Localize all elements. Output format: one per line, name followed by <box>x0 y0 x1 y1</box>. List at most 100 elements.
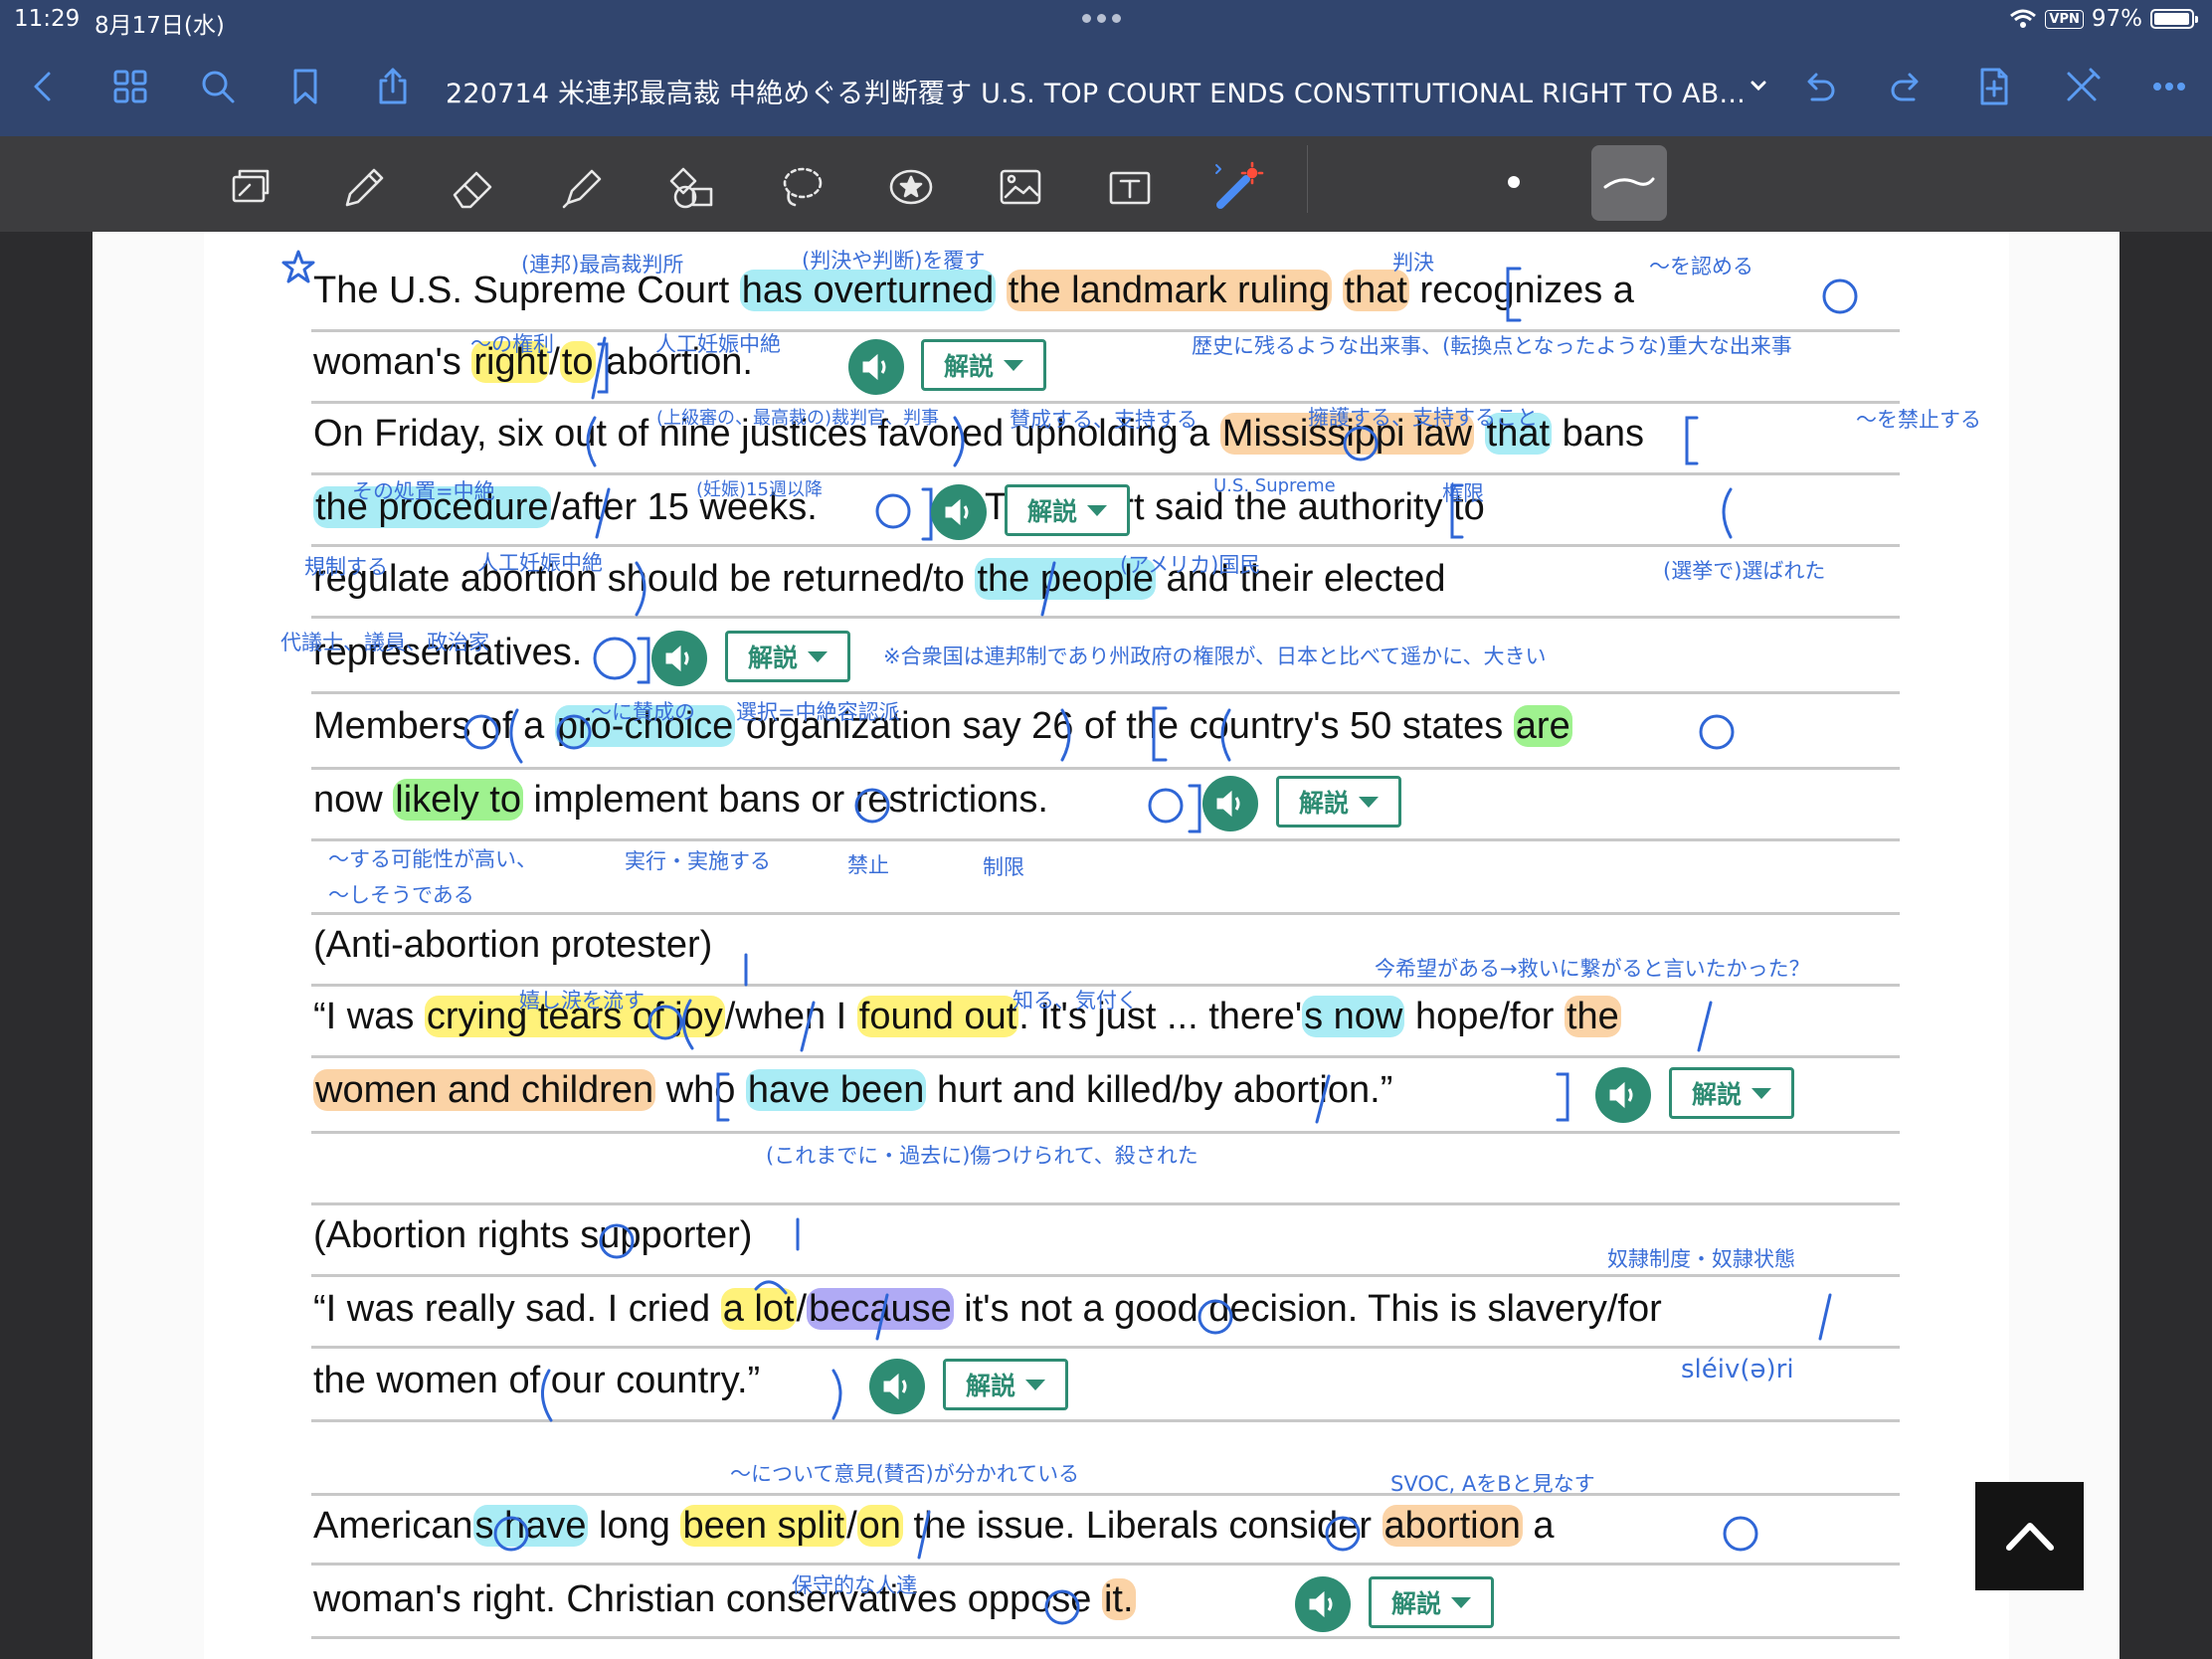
chevron-down-icon[interactable] <box>1747 74 1770 97</box>
audio-play-button[interactable] <box>1202 776 1258 831</box>
audio-play-button[interactable] <box>651 631 707 686</box>
explanation-label: 解説 <box>1298 789 1349 818</box>
text-segment: now <box>313 779 394 821</box>
highlighter-icon[interactable] <box>553 158 613 218</box>
undo-icon[interactable] <box>1796 64 1842 109</box>
multitasking-dots-icon[interactable] <box>1082 14 1121 23</box>
explanation-dropdown-button[interactable]: 解説 <box>1669 1067 1794 1119</box>
scroll-to-top-button[interactable] <box>1975 1482 2084 1590</box>
handwritten-note: (妊娠)15週以降 <box>696 479 823 500</box>
highlighted-phrase: been split <box>680 1505 847 1547</box>
highlighted-phrase: to <box>559 341 596 383</box>
explanation-dropdown-button[interactable]: 解説 <box>921 339 1046 391</box>
text-line: the women of our country.” <box>313 1360 760 1402</box>
text-segment: regulate abortion should be returned/to <box>313 558 976 600</box>
page-left-margin <box>92 232 204 1659</box>
star-annotation-icon <box>281 250 315 283</box>
share-icon[interactable] <box>370 64 416 109</box>
highlighted-phrase: found out <box>856 996 1019 1037</box>
handwritten-note: 〜を禁止する <box>1856 408 1981 432</box>
handwritten-note: 〜に賛成の <box>591 700 695 724</box>
explanation-dropdown-button[interactable]: 解説 <box>943 1359 1068 1410</box>
handwritten-note: (これまでに・過去に)傷つけられて、殺された <box>766 1144 1198 1168</box>
status-right: VPN 97% <box>2009 6 2198 32</box>
highlighted-phrase: likely to <box>393 779 523 821</box>
audio-play-button[interactable] <box>1295 1576 1351 1632</box>
back-icon[interactable] <box>20 64 66 109</box>
lasso-icon[interactable] <box>772 158 831 218</box>
handwritten-note: 擁護する、支持すること <box>1308 406 1538 430</box>
text-segment: woman's <box>313 341 472 383</box>
highlighted-phrase: a lot <box>720 1288 797 1330</box>
chevron-down-icon <box>808 650 828 662</box>
handwritten-note: 人工妊娠中絶 <box>655 332 781 356</box>
line-rule <box>311 1274 1900 1277</box>
handwritten-note: (連邦)最高裁判所 <box>521 253 684 276</box>
handwritten-note: 選択=中絶容認派 <box>736 700 900 724</box>
line-rule <box>311 472 1900 475</box>
text-line: woman's right. Christian conservatives o… <box>313 1578 1136 1621</box>
add-page-icon[interactable] <box>1971 64 2017 109</box>
explanation-dropdown-button[interactable]: 解説 <box>1005 484 1130 536</box>
chevron-up-icon <box>2005 1522 2054 1551</box>
status-time: 11:29 <box>14 6 81 32</box>
line-rule <box>311 767 1900 770</box>
highlighted-phrase: are <box>1513 705 1572 747</box>
highlighted-phrase: it. <box>1101 1578 1136 1620</box>
explanation-dropdown-button[interactable]: 解説 <box>725 631 850 682</box>
stroke-style-selected[interactable] <box>1591 145 1667 221</box>
shapes-icon[interactable] <box>662 158 722 218</box>
handwritten-note: 実行・実施する <box>625 849 771 873</box>
battery-percent: 97% <box>2091 6 2142 32</box>
handwritten-note: 判決 <box>1392 251 1434 275</box>
search-icon[interactable] <box>195 64 241 109</box>
bookmark-icon[interactable] <box>282 64 328 109</box>
pen-size-dot[interactable] <box>1508 176 1520 188</box>
highlighted-phrase: on <box>856 1505 903 1547</box>
text-line: (Abortion rights supporter) <box>313 1214 752 1257</box>
image-icon[interactable] <box>991 158 1050 218</box>
redo-icon[interactable] <box>1884 64 1930 109</box>
handwritten-note: ※合衆国は連邦制であり州政府の権限が、日本と比べて遥かに、大きい <box>883 645 1547 668</box>
text-segment: “I was <box>313 996 425 1037</box>
handwritten-note: その処置=中絶 <box>352 479 495 503</box>
audio-play-button[interactable] <box>931 484 987 540</box>
sticker-icon[interactable] <box>881 158 941 218</box>
text-segment: /when I <box>724 996 857 1037</box>
highlighted-phrase: has overturned <box>739 270 997 311</box>
highlighted-phrase: s have <box>472 1505 589 1547</box>
line-rule <box>311 1493 1900 1496</box>
close-pen-icon[interactable] <box>2059 64 2105 109</box>
audio-play-button[interactable] <box>1595 1067 1651 1123</box>
handwritten-note: 保守的な人達 <box>792 1573 917 1597</box>
text-box-icon[interactable] <box>1100 158 1160 218</box>
eraser-icon[interactable] <box>444 158 503 218</box>
handwritten-note: 規制する <box>304 555 388 579</box>
text-segment: long <box>588 1505 681 1547</box>
explanation-label: 解説 <box>943 352 994 381</box>
audio-play-button[interactable] <box>848 339 904 395</box>
battery-icon <box>2150 9 2198 29</box>
vpn-badge: VPN <box>2045 9 2084 29</box>
chevron-down-icon <box>1087 504 1107 516</box>
text-segment <box>996 270 1007 311</box>
explanation-label: 解説 <box>1691 1080 1742 1109</box>
handwritten-note: 人工妊娠中絶 <box>477 551 603 575</box>
line-rule <box>311 1131 1900 1134</box>
pen-icon[interactable] <box>334 158 394 218</box>
grid-view-icon[interactable] <box>107 64 153 109</box>
line-rule <box>311 1563 1900 1566</box>
audio-play-button[interactable] <box>869 1359 925 1414</box>
drawing-toolbar <box>0 136 2212 232</box>
more-icon[interactable] <box>2146 64 2192 109</box>
explanation-dropdown-button[interactable]: 解説 <box>1276 776 1401 828</box>
read-only-mode-icon[interactable] <box>221 158 280 218</box>
laser-pointer-icon[interactable] <box>1207 158 1267 218</box>
highlighted-phrase: because <box>807 1288 954 1330</box>
document-title[interactable]: 220714 米連邦最高裁 中絶めぐる判断覆す U.S. TOP COURT E… <box>446 72 1746 110</box>
handwritten-note: 権限 <box>1442 481 1484 505</box>
explanation-dropdown-button[interactable]: 解説 <box>1369 1576 1494 1628</box>
text-segment: / <box>846 1505 857 1547</box>
handwritten-note: SVOC, AをBと見なす <box>1390 1472 1595 1496</box>
chevron-down-icon <box>1451 1596 1471 1608</box>
